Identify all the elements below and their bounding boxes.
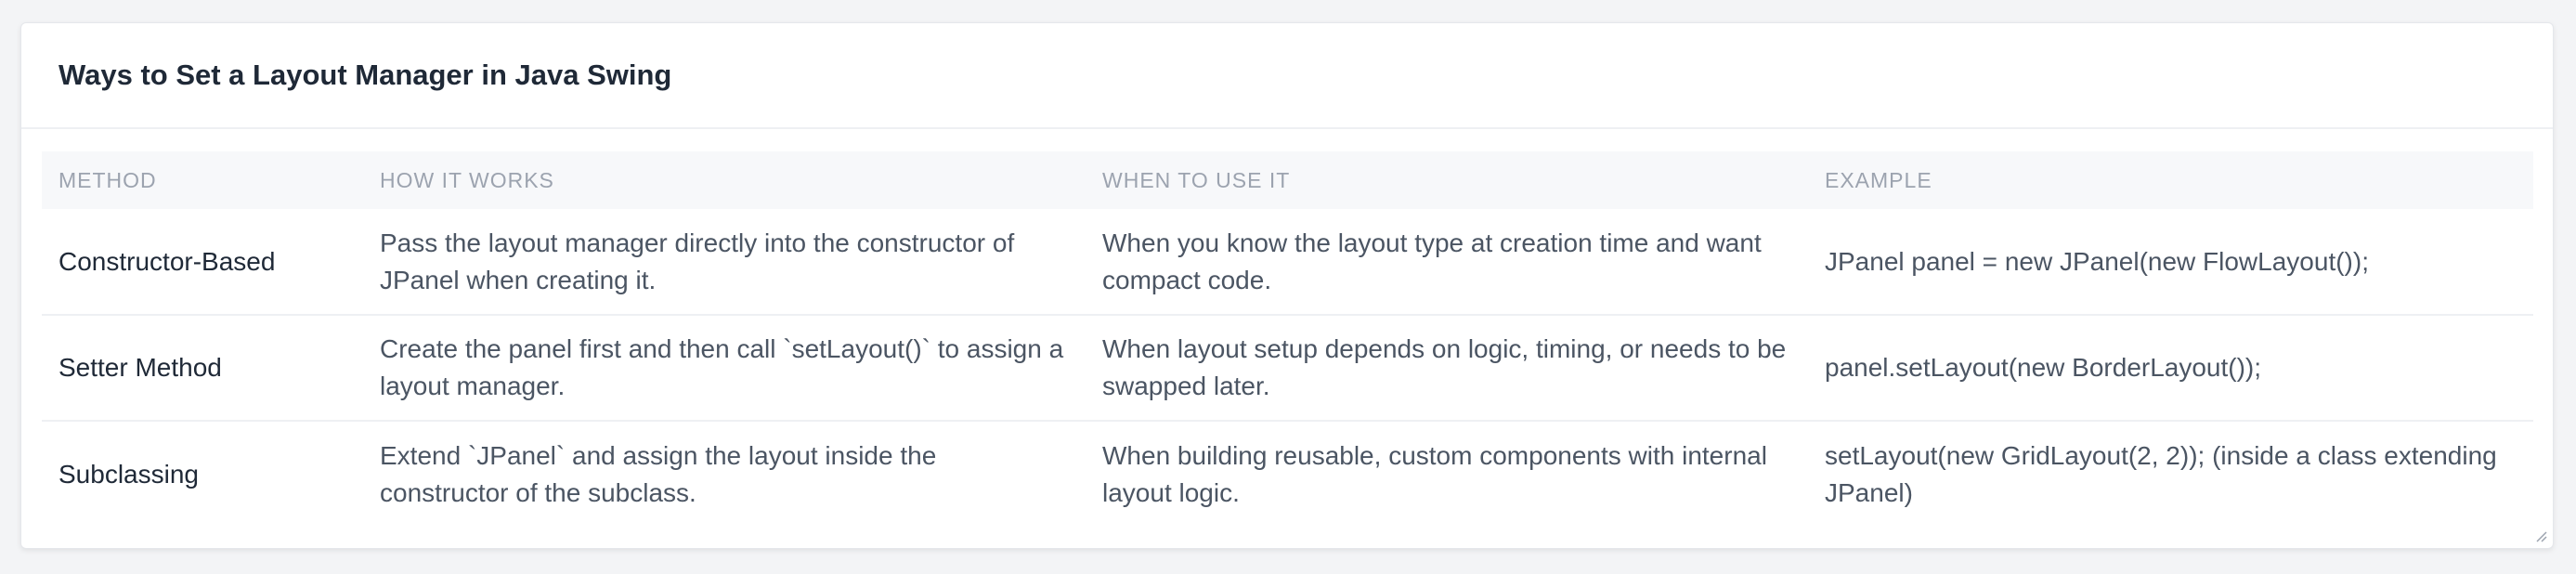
card-header: Ways to Set a Layout Manager in Java Swi… bbox=[21, 23, 2553, 129]
cell-how: Extend `JPanel` and assign the layout in… bbox=[380, 440, 937, 507]
table-header-row: METHOD HOW IT WORKS WHEN TO USE IT EXAMP… bbox=[42, 151, 2533, 209]
cell-method: Subclassing bbox=[59, 459, 199, 489]
layout-manager-card: Ways to Set a Layout Manager in Java Swi… bbox=[20, 22, 2554, 549]
cell-how: Pass the layout manager directly into th… bbox=[380, 228, 1015, 294]
cell-example: panel.setLayout(new BorderLayout()); bbox=[1825, 353, 2262, 382]
layout-methods-table: METHOD HOW IT WORKS WHEN TO USE IT EXAMP… bbox=[42, 151, 2533, 527]
card-title: Ways to Set a Layout Manager in Java Swi… bbox=[59, 59, 672, 91]
table-row: Setter Method Create the panel first and… bbox=[42, 315, 2533, 421]
cell-example: setLayout(new GridLayout(2, 2)); (inside… bbox=[1825, 440, 2497, 507]
cell-how: Create the panel first and then call `se… bbox=[380, 334, 1064, 400]
cell-when: When layout setup depends on logic, timi… bbox=[1102, 334, 1787, 400]
cell-when: When building reusable, custom component… bbox=[1102, 440, 1767, 507]
column-header-method: METHOD bbox=[59, 167, 157, 192]
cell-method: Setter Method bbox=[59, 353, 222, 382]
cell-example: JPanel panel = new JPanel(new FlowLayout… bbox=[1825, 246, 2369, 276]
table-row: Subclassing Extend `JPanel` and assign t… bbox=[42, 421, 2533, 527]
column-header-how: HOW IT WORKS bbox=[380, 167, 554, 192]
table-container: METHOD HOW IT WORKS WHEN TO USE IT EXAMP… bbox=[42, 151, 2533, 527]
column-header-when: WHEN TO USE IT bbox=[1102, 167, 1291, 192]
cell-method: Constructor-Based bbox=[59, 246, 276, 276]
table-row: Constructor-Based Pass the layout manage… bbox=[42, 209, 2533, 315]
resize-grip-icon[interactable] bbox=[2534, 529, 2547, 542]
cell-when: When you know the layout type at creatio… bbox=[1102, 228, 1762, 294]
column-header-example: EXAMPLE bbox=[1825, 167, 1932, 192]
